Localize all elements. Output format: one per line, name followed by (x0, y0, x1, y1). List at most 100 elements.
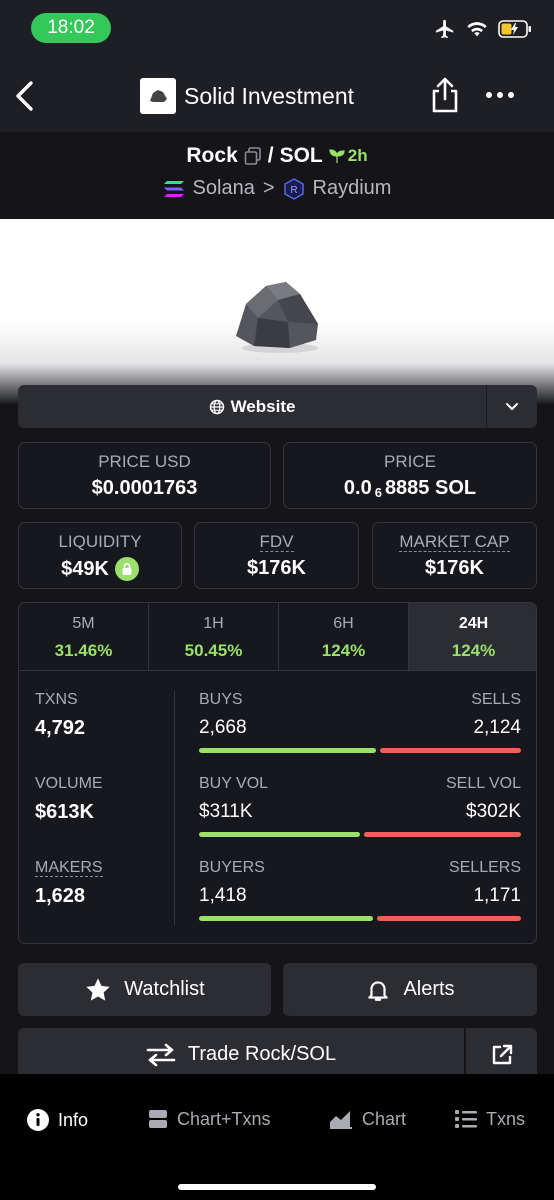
solana-icon (163, 180, 184, 197)
volume-split-bar (199, 832, 521, 837)
bell-icon (368, 980, 389, 1001)
list-icon (455, 1110, 477, 1128)
sell-vol-bar-fill (364, 832, 521, 837)
price-prefix: 0.0 (343, 477, 372, 499)
pair-age-value: 2h (347, 146, 368, 165)
sells-bar-fill (380, 748, 521, 753)
buyers-value: 1,418 (199, 885, 247, 906)
tab-change: 50.45% (184, 641, 243, 660)
sellers-label: SELLERS (448, 859, 521, 876)
website-label: Website (230, 396, 296, 416)
makers-value: 1,628 (35, 885, 86, 907)
buyers-sellers-bar (199, 916, 521, 921)
tab-24h[interactable]: 24H 124% (409, 603, 536, 670)
token-banner (0, 219, 554, 404)
watchlist-button[interactable]: Watchlist (18, 963, 271, 1016)
chain-breadcrumb: Solana > R Raydium (0, 177, 554, 200)
price-subscript: 6 (374, 485, 382, 500)
wifi-icon (467, 22, 487, 37)
fdv-label[interactable]: FDV (259, 532, 294, 552)
txns-label: TXNS (35, 691, 78, 708)
pair-header: Rock / SOL 2h Solana > R Raydium (0, 132, 554, 219)
tab-label: 24H (458, 615, 489, 632)
price-usd-value: $0.0001763 (91, 477, 198, 499)
chevron-down-icon (506, 402, 518, 410)
liquidity-card: LIQUIDITY $49K (18, 522, 182, 589)
raydium-icon: R (283, 177, 304, 200)
share-icon[interactable] (430, 76, 460, 114)
market-cap-value: $176K (425, 557, 484, 579)
tab-change: 124% (321, 641, 366, 660)
volume-stat: VOLUME $613K (35, 775, 103, 859)
stats-right-column: BUYS SELLS 2,668 2,124 BUY VOL SELL VOL $31… (199, 691, 521, 943)
sprout-icon (329, 149, 345, 163)
fdv-value: $176K (247, 557, 306, 579)
star-icon (86, 977, 110, 1001)
rock-icon (150, 90, 167, 102)
alerts-button[interactable]: Alerts (283, 963, 537, 1016)
sellers-bar-fill (377, 916, 521, 921)
sell-vol-label: SELL VOL (445, 775, 521, 792)
nav-info-label: Info (58, 1109, 89, 1130)
stats-panel: 5M 31.46% 1H 50.45% 6H 124% 24H 124% TXN… (18, 602, 537, 944)
nav-txns[interactable]: Txns (454, 1108, 525, 1130)
breadcrumb-chevron: > (262, 177, 275, 199)
volume-label: VOLUME (35, 775, 103, 792)
makers-label[interactable]: MAKERS (35, 859, 103, 877)
tab-6h[interactable]: 6H 124% (279, 603, 409, 670)
buyers-sellers-stat: BUYERS SELLERS 1,418 1,171 (199, 859, 521, 943)
makers-stat: MAKERS 1,628 (35, 859, 103, 943)
back-chevron-icon[interactable] (10, 78, 40, 114)
buy-vol-value: $311K (199, 801, 253, 822)
price-card: PRICE 0.0 6 8885 SOL (283, 442, 537, 509)
price-suffix: 8885 SOL (384, 477, 477, 499)
status-icons (434, 18, 532, 40)
liquidity-value: $49K (61, 557, 109, 580)
buys-value: 2,668 (199, 717, 247, 738)
nav-chart-txns[interactable]: Chart+Txns (147, 1108, 271, 1130)
price-label: PRICE (384, 452, 436, 471)
sell-vol-value: $302K (466, 801, 521, 822)
bottom-nav: Info Chart+Txns Chart Txns (0, 1074, 554, 1200)
fdv-card: FDV $176K (194, 522, 359, 589)
more-icon[interactable] (486, 92, 514, 98)
sells-value: 2,124 (473, 717, 521, 738)
page-title-group: Solid Investment (140, 78, 354, 114)
nav-txns-label: Txns (486, 1108, 526, 1129)
price-usd-label: PRICE USD (98, 452, 191, 471)
home-indicator (178, 1184, 376, 1190)
external-link-icon (492, 1044, 512, 1064)
stats-left-column: TXNS 4,792 VOLUME $613K MAKERS 1,628 (35, 691, 103, 943)
svg-text:R: R (290, 185, 297, 196)
buyers-label: BUYERS (199, 859, 265, 876)
rock-image (236, 282, 318, 353)
website-dropdown[interactable] (487, 385, 537, 428)
nav-info[interactable]: Info (26, 1108, 88, 1132)
volume-split-stat: BUY VOL SELL VOL $311K $302K (199, 775, 521, 859)
market-cap-label[interactable]: MARKET CAP (399, 532, 510, 552)
watchlist-label: Watchlist (124, 978, 205, 1000)
price-usd-card: PRICE USD $0.0001763 (18, 442, 271, 509)
airplane-icon (435, 19, 454, 39)
buys-sells-stat: BUYS SELLS 2,668 2,124 (199, 691, 521, 775)
lock-icon[interactable] (114, 557, 139, 581)
sells-label: SELLS (471, 691, 521, 708)
volume-value: $613K (35, 801, 94, 823)
nav-chart[interactable]: Chart (328, 1108, 406, 1130)
tab-5m[interactable]: 5M 31.46% (19, 603, 149, 670)
website-button[interactable]: Website (18, 385, 487, 428)
buys-bar-fill (199, 748, 377, 753)
tab-label: 6H (333, 615, 354, 632)
nav-chart-label: Chart (362, 1108, 407, 1129)
pair-line: Rock / SOL 2h (0, 144, 554, 168)
buys-label: BUYS (199, 691, 243, 708)
buys-sells-bar (199, 748, 521, 753)
pair-separator: / (267, 144, 274, 167)
dex-name[interactable]: Raydium (313, 177, 392, 200)
top-nav: Solid Investment (0, 56, 554, 132)
tab-1h[interactable]: 1H 50.45% (149, 603, 279, 670)
buy-vol-label: BUY VOL (199, 775, 269, 792)
chain-name[interactable]: Solana (193, 177, 255, 200)
status-bar: 18:02 (0, 0, 554, 56)
copy-icon[interactable] (244, 147, 262, 165)
